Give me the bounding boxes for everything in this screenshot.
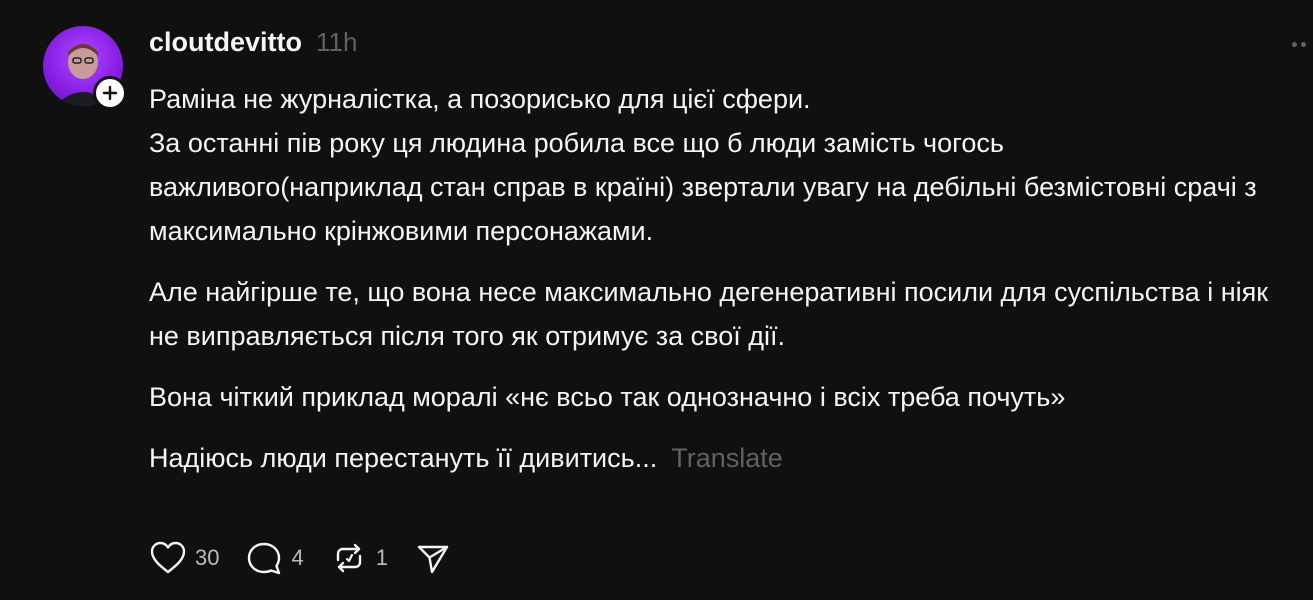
like-count: 30 (195, 545, 220, 570)
more-icon (1292, 41, 1297, 47)
reply-count: 4 (291, 545, 304, 570)
like-button[interactable]: 30 (149, 540, 219, 576)
post-text-line: Надіюсь люди перестануть її дивитись... (149, 443, 658, 473)
post-header: cloutdevitto 11h (149, 22, 357, 62)
translate-link[interactable]: Translate (671, 443, 783, 473)
repost-icon (330, 540, 368, 576)
share-icon (414, 540, 452, 576)
post-paragraph-3: Вона чіткий приклад моралі «нє всьо так … (149, 375, 1269, 419)
post-timestamp: 11h (316, 26, 358, 57)
post-paragraph-1: Раміна не журналістка, а позорисько для … (149, 77, 1269, 253)
heart-icon (149, 540, 187, 576)
more-icon-dot (1301, 41, 1306, 47)
more-options-button[interactable] (1292, 30, 1313, 58)
comment-icon (245, 540, 283, 576)
follow-button[interactable] (93, 76, 127, 110)
share-button[interactable] (414, 540, 452, 576)
post-body: Раміна не журналістка, а позорисько для … (149, 77, 1269, 497)
repost-count: 1 (375, 545, 388, 570)
plus-icon (102, 85, 118, 101)
post-text-line: Раміна не журналістка, а позорисько для … (149, 84, 1257, 246)
post-text-line: Але найгірше те, що вона несе максимальн… (149, 277, 1269, 351)
repost-button[interactable]: 1 (330, 540, 388, 576)
username[interactable]: cloutdevitto (149, 27, 302, 58)
reply-button[interactable]: 4 (245, 540, 304, 576)
post-actions: 30 4 1 (149, 536, 478, 580)
post-paragraph-2: Але найгірше те, що вона несе максимальн… (149, 270, 1269, 358)
avatar-container (43, 26, 127, 110)
post-paragraph-4: Надіюсь люди перестануть її дивитись... T… (149, 436, 1269, 480)
post-text-line: Вона чіткий приклад моралі «нє всьо так … (149, 382, 1066, 412)
